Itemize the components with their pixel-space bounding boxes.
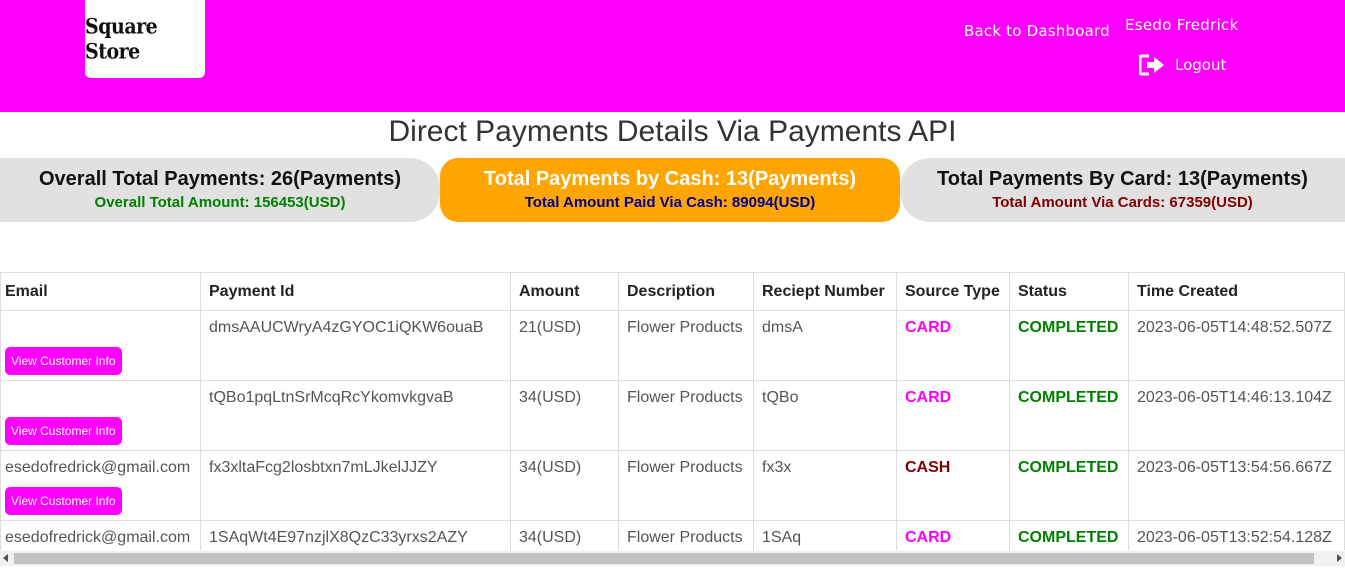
- receipt-number-cell: 1SAq: [753, 520, 897, 550]
- status-label: COMPLETED: [1018, 389, 1119, 406]
- store-logo[interactable]: Square Store: [85, 0, 205, 78]
- column-header-payment-id: Payment Id: [200, 272, 511, 311]
- source-type-cell: CARD: [896, 310, 1010, 381]
- time-created-cell: 2023-06-05T14:46:13.104Z: [1128, 380, 1345, 451]
- payment-id-cell: fx3xltaFcg2losbtxn7mLJkelJJZY: [200, 450, 511, 521]
- source-type-cell: CARD: [896, 520, 1010, 550]
- overall-total-amount: Overall Total Amount: 156453(USD): [94, 194, 346, 211]
- view-customer-info-button[interactable]: View Customer Info: [5, 417, 122, 445]
- receipt-number-cell: dmsA: [753, 310, 897, 381]
- time-created-cell: 2023-06-05T13:54:56.667Z: [1128, 450, 1345, 521]
- column-header-status: Status: [1009, 272, 1129, 311]
- email-text: esedofredrick@gmail.com: [5, 529, 191, 546]
- overall-summary-card: Overall Total Payments: 26(Payments) Ove…: [0, 158, 440, 222]
- view-customer-info-button[interactable]: View Customer Info: [5, 347, 122, 375]
- email-cell: esedofredrick@gmail.com View Customer In…: [0, 450, 201, 521]
- scroll-right-arrow-icon[interactable]: [1337, 554, 1342, 562]
- status-label: COMPLETED: [1018, 459, 1119, 476]
- cash-total-payments: Total Payments by Cash: 13(Payments): [484, 168, 856, 190]
- table-row: esedofredrick@gmail.com View Customer In…: [0, 450, 1345, 521]
- amount-cell: 34(USD): [510, 380, 619, 451]
- source-type-label: CASH: [905, 459, 951, 476]
- logo-text: Square Store: [85, 13, 158, 65]
- view-customer-info-button[interactable]: View Customer Info: [5, 487, 122, 515]
- source-type-label: CARD: [905, 319, 952, 336]
- amount-cell: 34(USD): [510, 450, 619, 521]
- cash-total-amount: Total Amount Paid Via Cash: 89094(USD): [524, 194, 816, 211]
- status-label: COMPLETED: [1018, 529, 1119, 546]
- source-type-label: CARD: [905, 529, 952, 546]
- payment-id-cell: 1SAqWt4E97nzjlX8QzC33yrxs2AZY: [200, 520, 511, 550]
- time-created-cell: 2023-06-05T13:52:54.128Z: [1128, 520, 1345, 550]
- payment-id-cell: dmsAAUCWryA4zGYOC1iQKW6ouaB: [200, 310, 511, 381]
- source-type-cell: CARD: [896, 380, 1010, 451]
- email-text: esedofredrick@gmail.com: [5, 459, 191, 476]
- sign-out-icon: [1139, 54, 1164, 76]
- column-header-email: Email: [0, 272, 201, 311]
- table-row: View Customer Info dmsAAUCWryA4zGYOC1iQK…: [0, 310, 1345, 381]
- scroll-left-arrow-icon[interactable]: [3, 554, 8, 562]
- source-type-label: CARD: [905, 389, 952, 406]
- email-cell: esedofredrick@gmail.com View Customer In…: [0, 520, 201, 550]
- time-created-cell: 2023-06-05T14:48:52.507Z: [1128, 310, 1345, 381]
- column-header-description: Description: [618, 272, 754, 311]
- top-navbar: Square Store Back to Dashboard Esedo Fre…: [0, 0, 1345, 112]
- source-type-cell: CASH: [896, 450, 1010, 521]
- email-cell: View Customer Info: [0, 310, 201, 381]
- amount-cell: 21(USD): [510, 310, 619, 381]
- status-cell: COMPLETED: [1009, 310, 1129, 381]
- logout-label: Logout: [1175, 56, 1227, 74]
- back-to-dashboard-link[interactable]: Back to Dashboard: [964, 22, 1110, 40]
- column-header-receipt-number: Reciept Number: [753, 272, 897, 311]
- payment-id-cell: tQBo1pqLtnSrMcqRcYkomvkgvaB: [200, 380, 511, 451]
- overall-total-payments: Overall Total Payments: 26(Payments): [39, 168, 401, 190]
- description-cell: Flower Products: [618, 310, 754, 381]
- amount-cell: 34(USD): [510, 520, 619, 550]
- status-cell: COMPLETED: [1009, 520, 1129, 550]
- card-summary-card: Total Payments By Card: 13(Payments) Tot…: [900, 158, 1345, 222]
- scrollbar-thumb[interactable]: [14, 553, 1314, 564]
- payments-table-container: Email Payment Id Amount Description Reci…: [0, 272, 1345, 550]
- description-cell: Flower Products: [618, 450, 754, 521]
- payments-table: Email Payment Id Amount Description Reci…: [0, 272, 1345, 550]
- table-row: esedofredrick@gmail.com View Customer In…: [0, 520, 1345, 550]
- cash-summary-card: Total Payments by Cash: 13(Payments) Tot…: [440, 158, 900, 222]
- description-cell: Flower Products: [618, 520, 754, 550]
- horizontal-scrollbar[interactable]: [0, 551, 1345, 566]
- receipt-number-cell: tQBo: [753, 380, 897, 451]
- column-header-amount: Amount: [510, 272, 619, 311]
- email-text: [5, 389, 192, 408]
- card-total-payments: Total Payments By Card: 13(Payments): [937, 168, 1308, 190]
- receipt-number-cell: fx3x: [753, 450, 897, 521]
- status-cell: COMPLETED: [1009, 450, 1129, 521]
- column-header-time-created: Time Created: [1128, 272, 1345, 311]
- email-text: [5, 319, 192, 338]
- email-cell: View Customer Info: [0, 380, 201, 451]
- table-header-row: Email Payment Id Amount Description Reci…: [0, 272, 1345, 311]
- status-cell: COMPLETED: [1009, 380, 1129, 451]
- logout-button[interactable]: Logout: [1139, 54, 1226, 76]
- table-row: View Customer Info tQBo1pqLtnSrMcqRcYkom…: [0, 380, 1345, 451]
- page-title: Direct Payments Details Via Payments API: [388, 115, 957, 148]
- description-cell: Flower Products: [618, 380, 754, 451]
- column-header-source-type: Source Type: [896, 272, 1010, 311]
- card-total-amount: Total Amount Via Cards: 67359(USD): [992, 194, 1253, 211]
- user-name: Esedo Fredrick: [1125, 16, 1239, 34]
- status-label: COMPLETED: [1018, 319, 1119, 336]
